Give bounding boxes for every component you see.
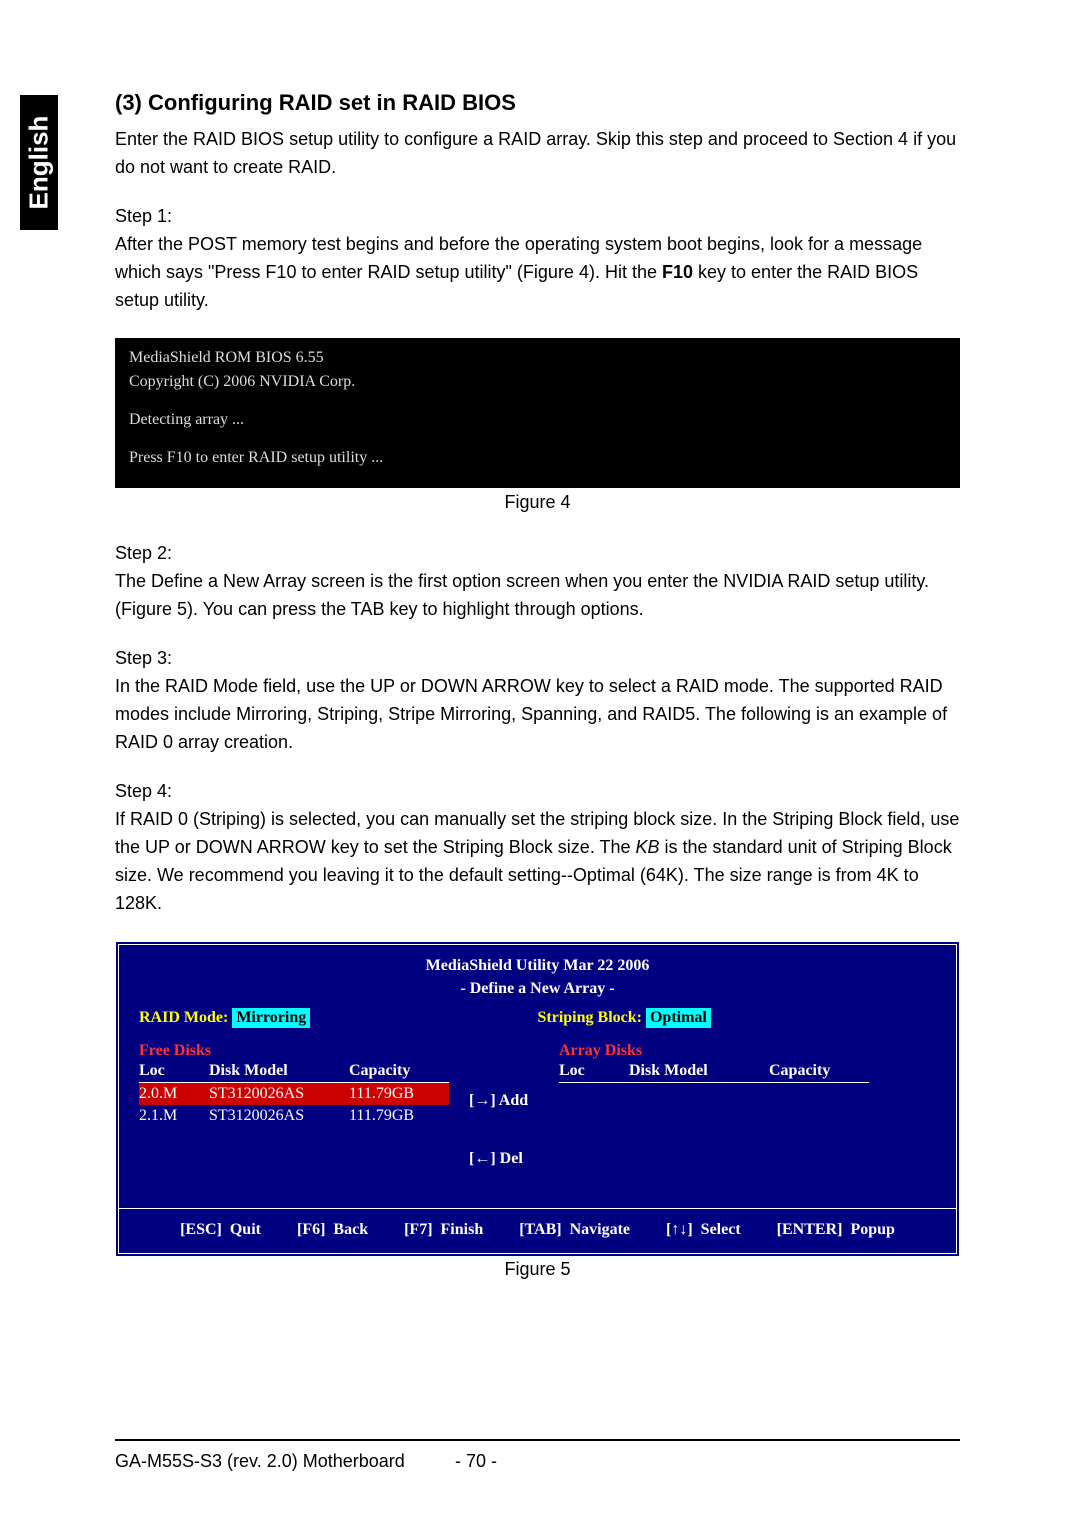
- striping-block-field[interactable]: Striping Block: Optimal: [538, 1008, 937, 1028]
- array-disks-label: Array Disks: [559, 1042, 879, 1060]
- raid-utility-screen: MediaShield Utility Mar 22 2006 - Define…: [115, 941, 960, 1257]
- step4-italic: KB: [636, 837, 660, 857]
- del-action[interactable]: [←] Del: [469, 1150, 559, 1168]
- raid-mode-field[interactable]: RAID Mode: Mirroring: [139, 1008, 538, 1028]
- disk-model: ST3120026AS: [209, 1107, 349, 1125]
- disk-capacity: 111.79GB: [349, 1107, 449, 1125]
- free-col-cap: Capacity: [349, 1062, 449, 1080]
- disks-area: Free Disks Loc Disk Model Capacity 2.0.M…: [119, 1038, 956, 1208]
- striping-block-label: Striping Block:: [538, 1009, 642, 1027]
- step1-label: Step 1:: [115, 206, 960, 227]
- footer-back[interactable]: [F6] Back: [297, 1221, 368, 1238]
- free-disks-label: Free Disks: [139, 1042, 459, 1060]
- footer-model: GA-M55S-S3 (rev. 2.0) Motherboard: [115, 1451, 455, 1472]
- array-col-model: Disk Model: [629, 1062, 769, 1080]
- free-disks-column: Free Disks Loc Disk Model Capacity 2.0.M…: [139, 1042, 459, 1208]
- striping-block-value: Optimal: [646, 1008, 711, 1028]
- figure4-caption: Figure 4: [115, 492, 960, 513]
- free-disks-list[interactable]: 2.0.MST3120026AS111.79GB2.1.MST3120026AS…: [139, 1083, 459, 1127]
- step4-label: Step 4:: [115, 781, 960, 802]
- footer-popup[interactable]: [ENTER] Popup: [777, 1221, 895, 1238]
- footer-navigate[interactable]: [TAB] Navigate: [519, 1221, 630, 1238]
- add-action[interactable]: [→] Add: [469, 1092, 559, 1110]
- step3-text: In the RAID Mode field, use the UP or DO…: [115, 673, 960, 757]
- disk-model: ST3120026AS: [209, 1085, 349, 1103]
- bios-line-1: MediaShield ROM BIOS 6.55: [129, 346, 946, 370]
- add-del-column: [→] Add [←] Del: [459, 1042, 559, 1208]
- intro-text: Enter the RAID BIOS setup utility to con…: [115, 126, 960, 182]
- step1-key: F10: [662, 262, 693, 282]
- array-col-cap: Capacity: [769, 1062, 869, 1080]
- disk-loc: 2.0.M: [139, 1085, 209, 1103]
- free-col-loc: Loc: [139, 1062, 209, 1080]
- raid-footer: [ESC] Quit [F6] Back [F7] Finish [TAB] N…: [119, 1208, 956, 1253]
- raid-header: MediaShield Utility Mar 22 2006 - Define…: [119, 945, 956, 1004]
- step3-label: Step 3:: [115, 648, 960, 669]
- raid-mode-value: Mirroring: [232, 1008, 310, 1028]
- raid-mode-label: RAID Mode:: [139, 1009, 228, 1027]
- array-disks-column: Array Disks Loc Disk Model Capacity: [559, 1042, 879, 1208]
- bios-line-4: Press F10 to enter RAID setup utility ..…: [129, 446, 946, 470]
- free-disks-headers: Loc Disk Model Capacity: [139, 1060, 449, 1083]
- footer-quit[interactable]: [ESC] Quit: [180, 1221, 261, 1238]
- disk-entry[interactable]: 2.1.MST3120026AS111.79GB: [139, 1105, 449, 1127]
- page-footer: GA-M55S-S3 (rev. 2.0) Motherboard - 70 -: [115, 1439, 960, 1472]
- footer-finish[interactable]: [F7] Finish: [404, 1221, 483, 1238]
- step2-text: The Define a New Array screen is the fir…: [115, 568, 960, 624]
- free-col-model: Disk Model: [209, 1062, 349, 1080]
- step1-text: After the POST memory test begins and be…: [115, 231, 960, 315]
- disk-loc: 2.1.M: [139, 1107, 209, 1125]
- raid-mode-row: RAID Mode: Mirroring Striping Block: Opt…: [119, 1004, 956, 1038]
- array-disks-list[interactable]: [559, 1083, 879, 1163]
- page: English (3) Configuring RAID set in RAID…: [0, 0, 1080, 1532]
- array-col-loc: Loc: [559, 1062, 629, 1080]
- language-tab-label: English: [24, 116, 55, 210]
- footer-select[interactable]: [↑↓] Select: [666, 1221, 741, 1238]
- disk-entry[interactable]: 2.0.MST3120026AS111.79GB: [139, 1083, 449, 1105]
- figure5-caption: Figure 5: [115, 1259, 960, 1280]
- step4-text: If RAID 0 (Striping) is selected, you ca…: [115, 806, 960, 918]
- language-tab: English: [20, 95, 58, 230]
- footer-page-number: - 70 -: [455, 1451, 515, 1472]
- raid-header-line2: - Define a New Array -: [119, 978, 956, 1000]
- step2-label: Step 2:: [115, 543, 960, 564]
- raid-header-line1: MediaShield Utility Mar 22 2006: [119, 955, 956, 977]
- bios-console: MediaShield ROM BIOS 6.55 Copyright (C) …: [115, 338, 960, 488]
- bios-line-3: Detecting array ...: [129, 408, 946, 432]
- content-area: (3) Configuring RAID set in RAID BIOS En…: [115, 90, 960, 1310]
- bios-line-2: Copyright (C) 2006 NVIDIA Corp.: [129, 370, 946, 394]
- disk-capacity: 111.79GB: [349, 1085, 449, 1103]
- section-title: (3) Configuring RAID set in RAID BIOS: [115, 90, 960, 116]
- array-disks-headers: Loc Disk Model Capacity: [559, 1060, 869, 1083]
